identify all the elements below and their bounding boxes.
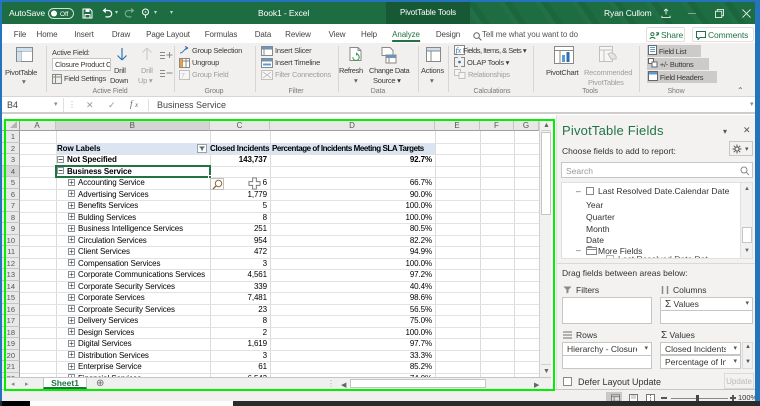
svg-text:7: 7	[181, 73, 185, 80]
svg-text:Off: Off	[60, 11, 69, 18]
svg-text:fx: fx	[456, 46, 462, 55]
